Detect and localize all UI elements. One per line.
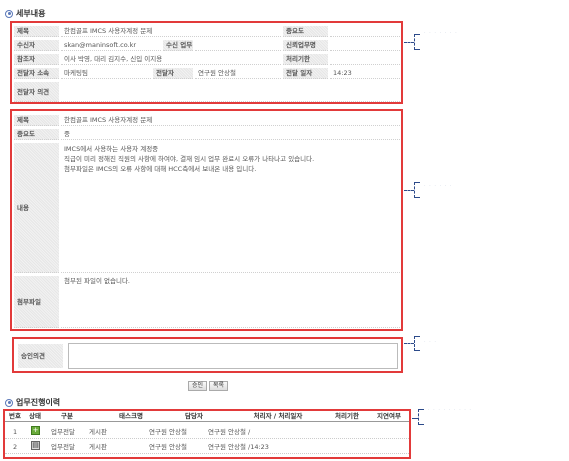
deadline-label: 처리기한 <box>283 54 328 65</box>
detail-section-title: 세부내용 <box>5 8 45 19</box>
title-label: 제목 <box>14 26 59 37</box>
section-bullet-icon <box>5 398 13 407</box>
sender-opinion-value <box>61 82 400 102</box>
content-line: 첨부파일은 IMCS의 오류 사항에 대해 HCC측에서 보내온 내용 입니다. <box>64 165 257 173</box>
col-no: 번호 <box>9 412 21 420</box>
col-deadline: 처리기한 <box>335 412 359 420</box>
col-owner: 담당자 <box>185 412 203 420</box>
callout-bracket <box>414 182 420 198</box>
row-no: 1 <box>13 428 18 436</box>
row-owner: 연구원 안상철 <box>149 443 187 451</box>
sent-date-value: 14:23 <box>330 68 400 79</box>
sender-label: 전달자 <box>153 68 193 79</box>
receive-task-value <box>195 40 281 51</box>
header-fields-panel: 제목 한컴골프 IMCS 사용자계정 문제 중요도 수신자 skan@manin… <box>10 21 403 104</box>
section-bullet-icon <box>5 9 13 18</box>
row-type: 업무전달 <box>51 428 75 436</box>
row-task[interactable]: 게시판 <box>89 442 107 452</box>
col-delay: 지연여부 <box>377 412 401 420</box>
attachment-value: 첨부된 파일이 없습니다. <box>61 276 400 328</box>
callout-bracket <box>414 34 420 50</box>
list-button[interactable]: 목록 <box>209 381 229 391</box>
content-importance-value: 중 <box>61 129 400 140</box>
sent-date-label: 전달 일자 <box>283 68 328 79</box>
history-section-title: 업무진행이력 <box>5 397 60 408</box>
content-title-value: 한컴골프 IMCS 사용자계정 문제 <box>61 115 400 126</box>
table-row[interactable]: 1 + 업무전달 게시판 연구원 안상철 연구원 안상철 / <box>5 425 409 439</box>
sender-opinion-label: 전달자 의견 <box>14 82 59 102</box>
approve-button[interactable]: 승인 <box>188 381 208 391</box>
callout-note: · · · · · · · · · <box>428 407 473 413</box>
review-panel: 승인의견 <box>12 337 403 373</box>
row-processor: 연구원 안상철 /14:23 <box>208 443 269 451</box>
request-task-label: 신뢰업무명 <box>283 40 328 51</box>
col-task: 태스크명 <box>119 412 143 420</box>
callout-bracket <box>414 336 420 351</box>
col-status: 상태 <box>29 412 41 420</box>
callout-note: · · · · · · <box>424 183 453 189</box>
receive-task-label: 수신 업무 <box>163 40 193 51</box>
deadline-value <box>330 54 400 65</box>
callout-line <box>404 343 414 344</box>
plus-icon: + <box>31 426 40 435</box>
content-line: IMCS에서 사용하는 사용자 계정중 <box>64 145 159 153</box>
table-row[interactable]: 2 ▤ 업무전달 게시판 연구원 안상철 연구원 안상철 /14:23 <box>5 440 409 454</box>
content-importance-label: 중요도 <box>14 129 59 140</box>
receiver-label: 수신자 <box>14 40 59 51</box>
row-type: 업무전달 <box>51 443 75 451</box>
history-table: 번호 상태 구분 태스크명 담당자 처리자 / 처리일자 처리기한 지연여부 1… <box>3 409 411 459</box>
importance-value <box>330 26 400 37</box>
history-header-row: 번호 상태 구분 태스크명 담당자 처리자 / 처리일자 처리기한 지연여부 <box>5 411 409 422</box>
content-line: 직급이 미리 정해진 직원의 사항에 하여야, 결재 임시 업무 완료시 오류가… <box>64 155 315 163</box>
content-panel: 제목 한컴골프 IMCS 사용자계정 문제 중요도 중 내용 IMCS에서 사용… <box>10 109 403 331</box>
cc-value: 이사 박영, 대리 김지수, 신입 이지용 <box>61 54 281 65</box>
importance-label: 중요도 <box>283 26 328 37</box>
row-owner: 연구원 안상철 <box>149 428 187 436</box>
attachment-label: 첨부파일 <box>14 276 59 328</box>
content-body-label: 내용 <box>14 143 59 273</box>
sender-dept-value: 마케팅팀 <box>61 68 151 79</box>
callout-line <box>404 190 414 191</box>
sender-value: 연구원 안상철 <box>195 68 281 79</box>
row-task[interactable]: 게시판 <box>89 427 107 437</box>
title-value: 한컴골프 IMCS 사용자계정 문제 <box>61 26 281 37</box>
callout-bracket <box>418 409 424 425</box>
sender-dept-label: 전달자 소속 <box>14 68 59 79</box>
row-processor: 연구원 안상철 / <box>208 428 251 436</box>
request-task-value <box>330 40 400 51</box>
callout-note: · · · · · · · <box>424 30 458 36</box>
cc-label: 참조자 <box>14 54 59 65</box>
content-title-label: 제목 <box>14 115 59 126</box>
document-icon: ▤ <box>31 441 40 450</box>
callout-line <box>404 42 414 43</box>
col-type: 구분 <box>61 412 73 420</box>
content-body: IMCS에서 사용하는 사용자 계정중 직급이 미리 정해진 직원의 사항에 하… <box>61 143 400 273</box>
receiver-value: skan@maninsoft.co.kr <box>61 40 161 51</box>
callout-note: · · · <box>424 339 437 345</box>
row-no: 2 <box>13 443 18 451</box>
col-processor: 처리자 / 처리일자 <box>253 412 303 420</box>
review-label: 승인의견 <box>18 344 63 368</box>
review-textarea[interactable] <box>68 343 398 369</box>
